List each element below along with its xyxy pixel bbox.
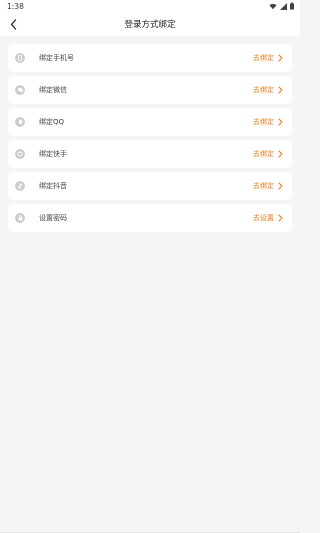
row-bind-douyin[interactable]: 绑定抖音 去绑定 — [8, 172, 292, 200]
status-icons — [269, 2, 294, 10]
wifi-icon — [269, 3, 277, 9]
bind-action[interactable]: 去绑定 — [253, 53, 274, 63]
row-label: 绑定微信 — [39, 86, 67, 94]
row-bind-qq[interactable]: 绑定QQ 去绑定 — [8, 108, 292, 136]
bind-action[interactable]: 去绑定 — [253, 117, 274, 127]
chevron-right-icon — [278, 150, 285, 159]
chevron-left-icon — [10, 18, 16, 30]
bind-action[interactable]: 去绑定 — [253, 181, 274, 191]
row-label: 绑定QQ — [39, 118, 65, 126]
row-bind-phone[interactable]: 绑定手机号 去绑定 — [8, 44, 292, 72]
lock-icon — [15, 213, 25, 223]
chevron-right-icon — [278, 214, 285, 223]
nav-bar: 登录方式绑定 — [0, 12, 300, 36]
row-label: 设置密码 — [39, 214, 67, 222]
chevron-right-icon — [278, 86, 285, 95]
chevron-right-icon — [278, 54, 285, 63]
row-label: 绑定快手 — [39, 150, 67, 158]
binding-list: 绑定手机号 去绑定 绑定微信 去绑定 绑定QQ 去绑定 绑定快手 去绑定 绑定抖… — [0, 36, 300, 232]
signal-icon — [280, 2, 287, 10]
set-action[interactable]: 去设置 — [253, 213, 274, 223]
status-bar: 1:38 — [0, 0, 300, 12]
phone-icon — [15, 53, 25, 63]
chevron-right-icon — [278, 182, 285, 191]
status-time: 1:38 — [7, 1, 24, 11]
qq-icon — [15, 117, 25, 127]
bind-action[interactable]: 去绑定 — [253, 149, 274, 159]
row-label: 绑定抖音 — [39, 182, 67, 190]
bind-action[interactable]: 去绑定 — [253, 85, 274, 95]
back-button[interactable] — [6, 16, 20, 32]
row-label: 绑定手机号 — [39, 54, 74, 62]
row-set-password[interactable]: 设置密码 去设置 — [8, 204, 292, 232]
row-bind-kuaishou[interactable]: 绑定快手 去绑定 — [8, 140, 292, 168]
row-bind-wechat[interactable]: 绑定微信 去绑定 — [8, 76, 292, 104]
page-title: 登录方式绑定 — [124, 20, 176, 30]
battery-icon — [290, 2, 294, 10]
kuaishou-icon — [15, 149, 25, 159]
chevron-right-icon — [278, 118, 285, 127]
douyin-icon — [15, 181, 25, 191]
wechat-icon — [15, 85, 25, 95]
